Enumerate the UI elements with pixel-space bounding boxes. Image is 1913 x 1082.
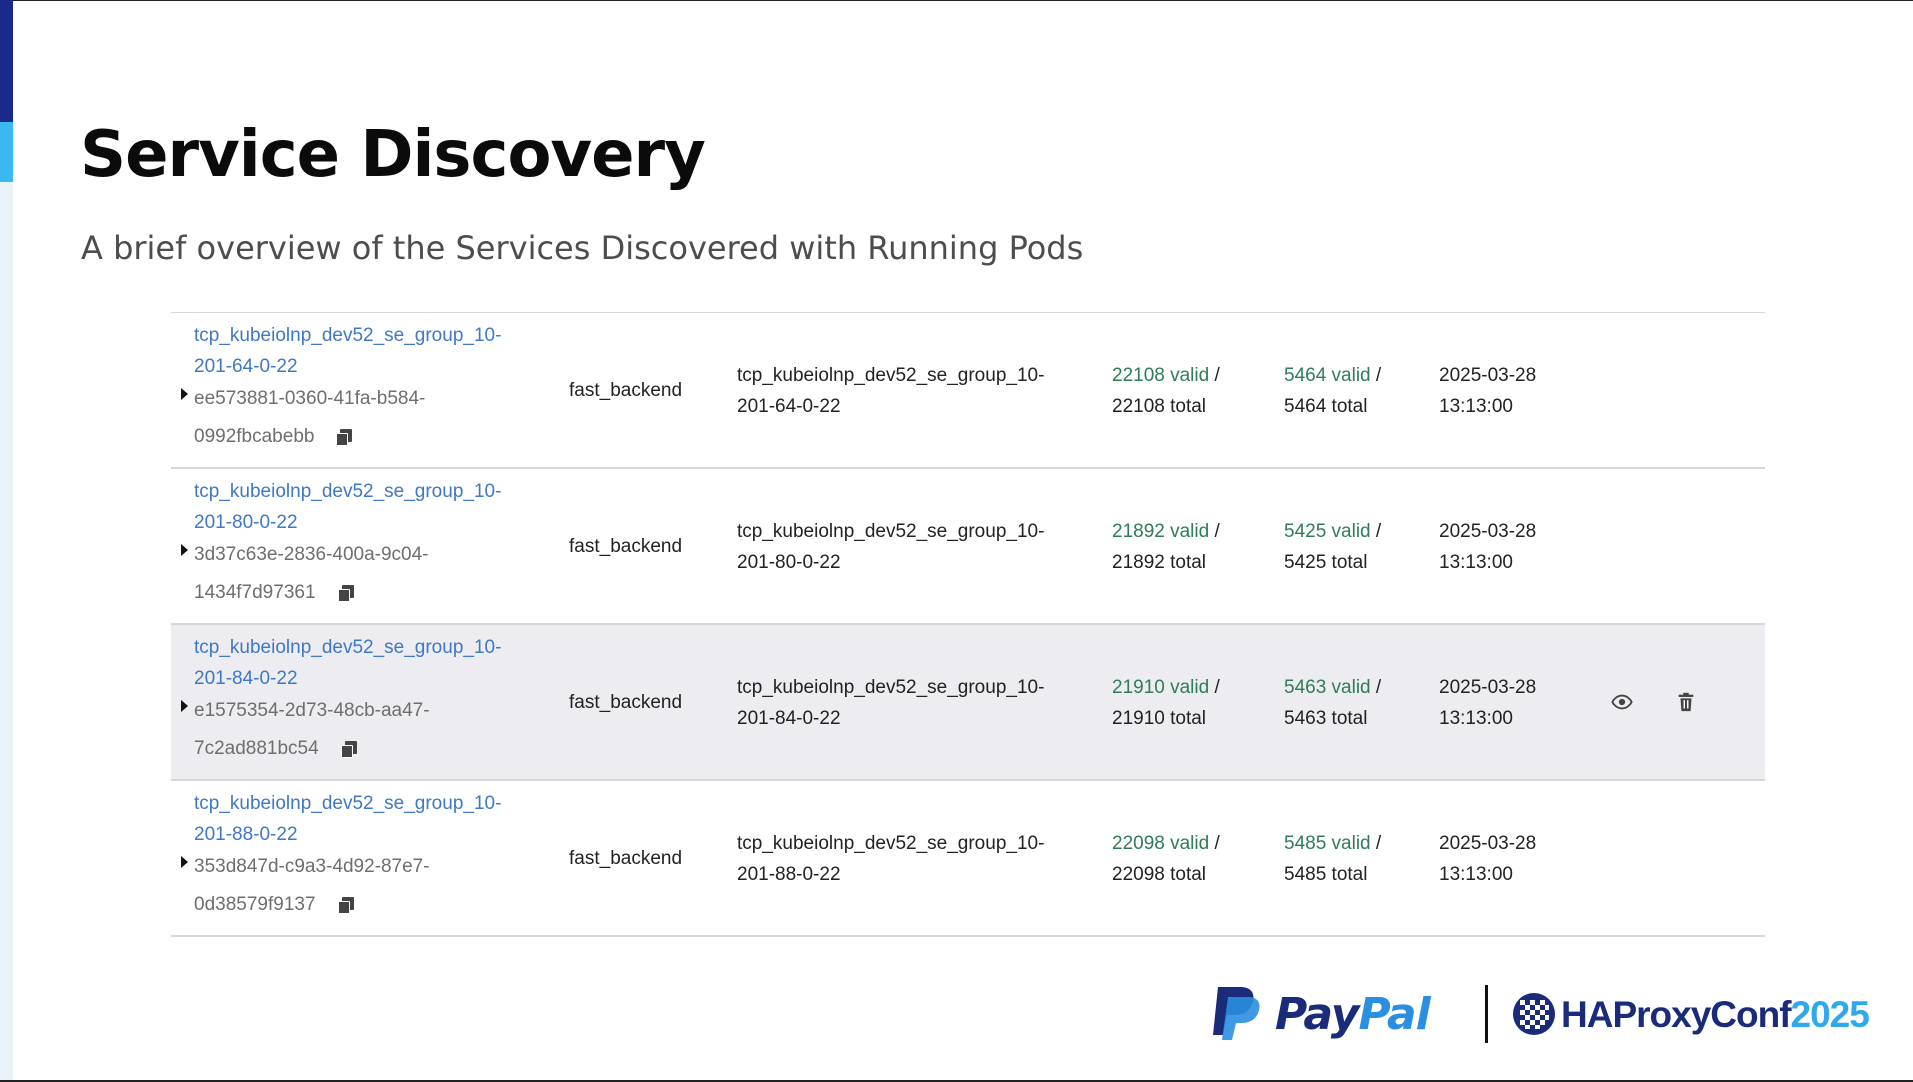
- trash-icon[interactable]: [1675, 691, 1697, 713]
- health-total: 22098 total: [1112, 864, 1207, 885]
- health-total: 22108 total: [1112, 396, 1207, 417]
- date: 2025-03-28: [1439, 833, 1537, 854]
- service-id: 3d37c63e-2836-400a-9c04-1434f7d97361: [194, 536, 454, 612]
- server-name: tcp_kubeiolnp_dev52_se_group_10-201-88-0…: [737, 833, 1045, 885]
- table-row[interactable]: tcp_kubeiolnp_dev52_se_group_10-201-84-0…: [171, 625, 1765, 781]
- table-row: tcp_kubeiolnp_dev52_se_group_10-201-64-0…: [171, 313, 1765, 469]
- service-id: 353d847d-c9a3-4d92-87e7-0d38579f9137: [194, 848, 454, 924]
- separator: /: [1214, 365, 1220, 386]
- separator: /: [1375, 521, 1382, 542]
- separator: /: [1375, 833, 1382, 854]
- health-valid: 21910 valid: [1112, 677, 1210, 698]
- slide-title: Service Discovery: [80, 118, 706, 192]
- service-id-text: e1575354-2d73-48cb-aa47-7c2ad881bc54: [194, 700, 430, 759]
- health-count: 21910 valid / 21910 total: [1112, 672, 1252, 734]
- accent-bar-light: [0, 122, 13, 182]
- date: 2025-03-28: [1439, 521, 1537, 542]
- health-total: 21892 total: [1112, 552, 1207, 573]
- health-count: 21892 valid / 21892 total: [1112, 516, 1252, 578]
- check-count: 5425 valid / 5425 total: [1284, 516, 1424, 578]
- separator: /: [1214, 521, 1220, 542]
- service-id-text: 3d37c63e-2836-400a-9c04-1434f7d97361: [194, 544, 429, 603]
- service-link[interactable]: tcp_kubeiolnp_dev52_se_group_10-201-88-0…: [194, 788, 534, 850]
- date: 2025-03-28: [1439, 365, 1537, 386]
- row-actions: [1611, 691, 1697, 713]
- server-name: tcp_kubeiolnp_dev52_se_group_10-201-84-0…: [737, 677, 1045, 729]
- service-link[interactable]: tcp_kubeiolnp_dev52_se_group_10-201-64-0…: [194, 320, 534, 382]
- timestamp: 2025-03-28 13:13:00: [1439, 516, 1559, 578]
- timestamp: 2025-03-28 13:13:00: [1439, 360, 1559, 422]
- paypal-wordmark: PayPal: [1275, 989, 1431, 1040]
- separator: /: [1375, 365, 1382, 386]
- logo-divider: [1485, 985, 1488, 1043]
- check-count: 5464 valid / 5464 total: [1284, 360, 1424, 422]
- service-id-text: ee573881-0360-41fa-b584-0992fbcabebb: [194, 388, 426, 447]
- timestamp: 2025-03-28 13:13:00: [1439, 672, 1559, 734]
- copy-icon[interactable]: [337, 896, 354, 914]
- date: 2025-03-28: [1439, 677, 1537, 698]
- separator: /: [1375, 677, 1382, 698]
- backend-name: fast_backend: [569, 380, 683, 401]
- check-count: 5463 valid / 5463 total: [1284, 672, 1424, 734]
- time: 13:13:00: [1439, 708, 1513, 729]
- accent-bar-pale: [0, 182, 13, 1080]
- backend-name: fast_backend: [569, 692, 683, 713]
- separator: /: [1214, 677, 1220, 698]
- services-table: tcp_kubeiolnp_dev52_se_group_10-201-64-0…: [171, 312, 1765, 937]
- table-row: tcp_kubeiolnp_dev52_se_group_10-201-88-0…: [171, 781, 1765, 937]
- time: 13:13:00: [1439, 396, 1513, 417]
- health-count: 22108 valid / 22108 total: [1112, 360, 1252, 422]
- check-valid: 5425 valid: [1284, 521, 1371, 542]
- paypal-logo-icon: [1210, 985, 1262, 1046]
- expand-caret-icon[interactable]: [181, 856, 188, 868]
- expand-caret-icon[interactable]: [181, 544, 188, 556]
- timestamp: 2025-03-28 13:13:00: [1439, 828, 1559, 890]
- server-name: tcp_kubeiolnp_dev52_se_group_10-201-80-0…: [737, 521, 1045, 573]
- copy-icon[interactable]: [337, 584, 354, 602]
- check-valid: 5464 valid: [1284, 365, 1371, 386]
- health-count: 22098 valid / 22098 total: [1112, 828, 1252, 890]
- time: 13:13:00: [1439, 552, 1513, 573]
- time: 13:13:00: [1439, 864, 1513, 885]
- service-link[interactable]: tcp_kubeiolnp_dev52_se_group_10-201-80-0…: [194, 476, 534, 538]
- check-valid: 5463 valid: [1284, 677, 1371, 698]
- paypal-pal: Pal: [1358, 989, 1430, 1040]
- backend-name: fast_backend: [569, 536, 683, 557]
- health-total: 21910 total: [1112, 708, 1207, 729]
- check-total: 5485 total: [1284, 864, 1368, 885]
- expand-caret-icon[interactable]: [181, 700, 188, 712]
- service-link[interactable]: tcp_kubeiolnp_dev52_se_group_10-201-84-0…: [194, 632, 534, 694]
- server-name: tcp_kubeiolnp_dev52_se_group_10-201-64-0…: [737, 365, 1045, 417]
- health-valid: 21892 valid: [1112, 521, 1210, 542]
- check-count: 5485 valid / 5485 total: [1284, 828, 1424, 890]
- separator: /: [1214, 833, 1220, 854]
- check-total: 5464 total: [1284, 396, 1368, 417]
- service-id-text: 353d847d-c9a3-4d92-87e7-0d38579f9137: [194, 856, 430, 915]
- check-total: 5463 total: [1284, 708, 1368, 729]
- accent-bar-dark: [0, 0, 13, 122]
- health-valid: 22108 valid: [1112, 365, 1210, 386]
- top-rule: [0, 0, 1913, 1]
- backend-name: fast_backend: [569, 848, 683, 869]
- haproxy-logo-icon: [1512, 992, 1556, 1041]
- check-valid: 5485 valid: [1284, 833, 1371, 854]
- haproxy-year: 2025: [1790, 994, 1870, 1035]
- eye-icon[interactable]: [1611, 691, 1633, 713]
- footer-logos: PayPal HAProxyConf2025: [1210, 983, 1880, 1047]
- table-row: tcp_kubeiolnp_dev52_se_group_10-201-80-0…: [171, 469, 1765, 625]
- service-id: ee573881-0360-41fa-b584-0992fbcabebb: [194, 380, 454, 456]
- slide-subtitle: A brief overview of the Services Discove…: [81, 229, 1084, 267]
- expand-caret-icon[interactable]: [181, 388, 188, 400]
- haproxy-name: HAProxyConf: [1561, 994, 1792, 1035]
- health-valid: 22098 valid: [1112, 833, 1210, 854]
- haproxyconf-wordmark: HAProxyConf2025: [1561, 994, 1870, 1036]
- copy-icon[interactable]: [340, 740, 357, 758]
- paypal-pay: Pay: [1275, 989, 1359, 1040]
- service-id: e1575354-2d73-48cb-aa47-7c2ad881bc54: [194, 692, 454, 768]
- copy-icon[interactable]: [336, 428, 353, 446]
- check-total: 5425 total: [1284, 552, 1368, 573]
